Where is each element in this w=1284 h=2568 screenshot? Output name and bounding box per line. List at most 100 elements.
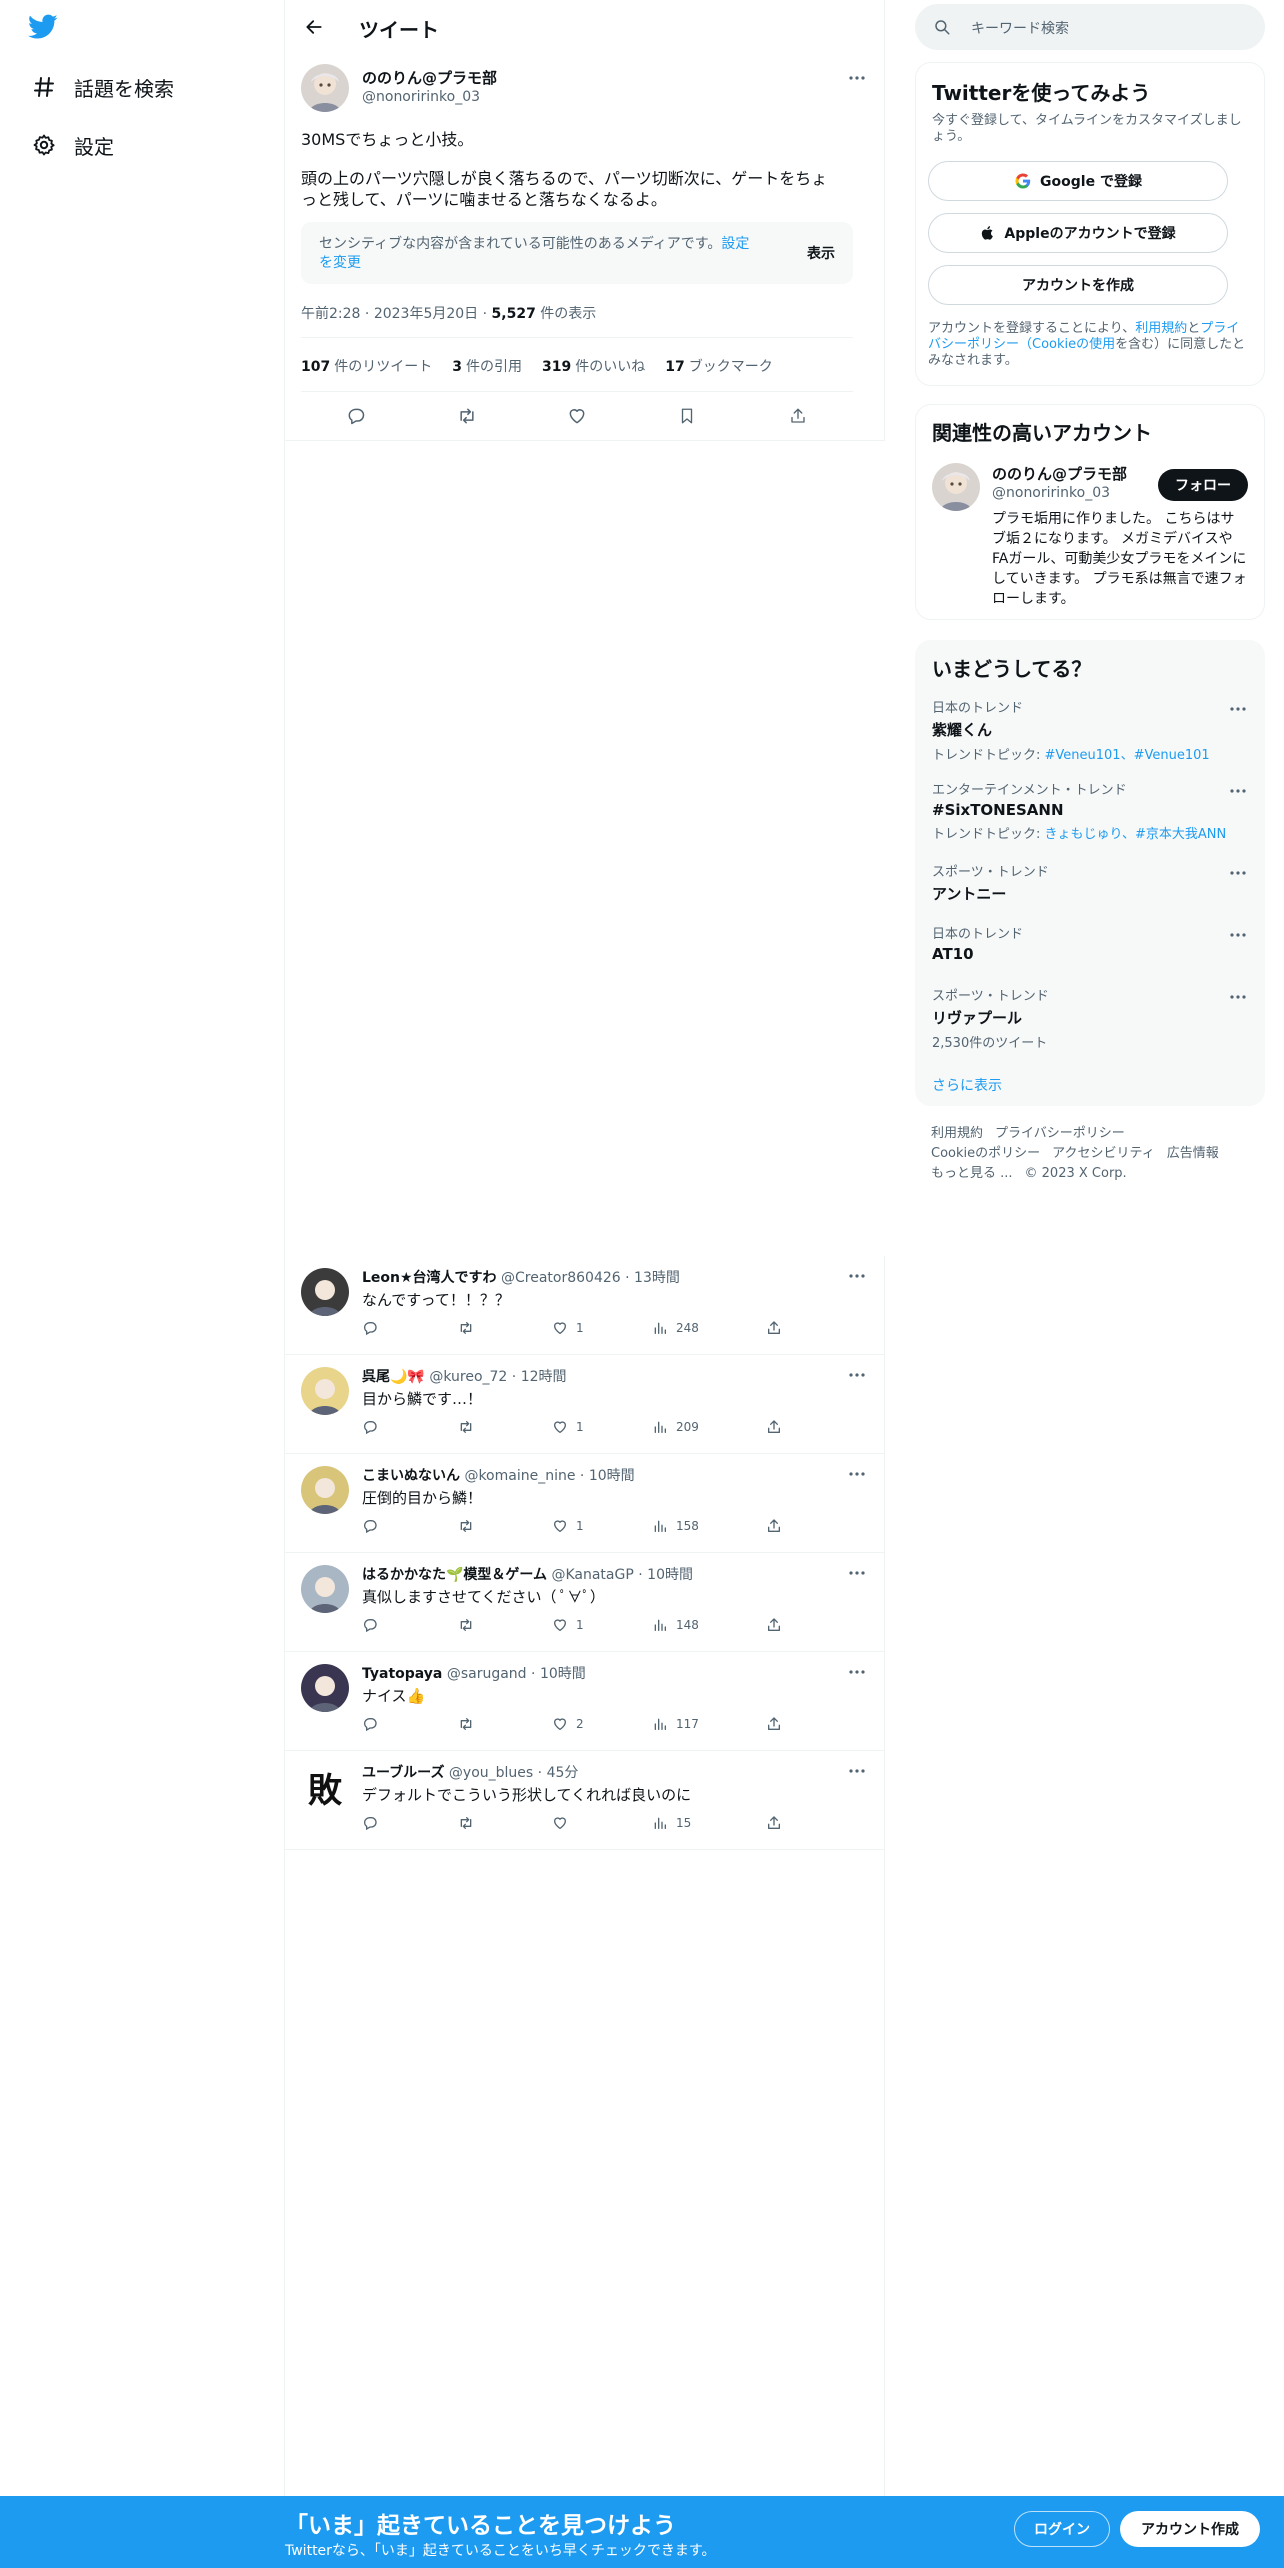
reply-icon[interactable] [339,399,373,433]
retweet-icon[interactable] [457,1815,483,1831]
retweet-icon[interactable] [457,1716,483,1732]
share-icon[interactable] [766,1716,790,1732]
reply-icon[interactable] [362,1419,386,1435]
like-button[interactable]: 2 [552,1716,584,1732]
trend-name[interactable]: #SixTONESANN [932,801,1250,819]
more-icon[interactable] [845,1367,869,1383]
reply-tweet[interactable]: Tyatopaya @sarugand · 10時間 ナイス👍 2 117 [285,1652,885,1751]
more-icon[interactable] [845,68,869,88]
footer-link[interactable]: アクセシビリティ [1052,1146,1155,1161]
trend-item[interactable]: スポーツ・トレンド アントニー [932,861,1250,904]
like-button[interactable] [552,1815,576,1831]
footer-link[interactable]: プライバシーポリシー [995,1126,1125,1141]
reply-icon[interactable] [362,1518,386,1534]
trend-item[interactable]: スポーツ・トレンド リヴァプール 2,530件のツイート [932,985,1250,1051]
change-settings-link[interactable]: 設定 [721,236,749,252]
more-icon[interactable] [845,1664,869,1680]
like-button[interactable]: 1 [552,1518,584,1534]
avatar[interactable] [301,64,349,112]
trend-topic-links[interactable]: #Veneu101、#Venue101 [1045,748,1210,763]
views-button[interactable]: 117 [652,1716,699,1732]
related-account-handle[interactable]: @nonoririnko_03 [992,485,1110,501]
search-input[interactable]: キーワード検索 [971,18,1069,38]
reply-author-name[interactable]: ユーブルーズ [362,1765,444,1781]
reply-time[interactable]: 13時間 [634,1270,680,1286]
share-icon[interactable] [766,1815,790,1831]
avatar[interactable] [301,1565,349,1613]
change-settings-link-2[interactable]: を変更 [319,255,361,271]
views-button[interactable]: 209 [652,1419,699,1435]
reply-author-name[interactable]: こまいぬないん [362,1468,460,1484]
reply-time[interactable]: 10時間 [540,1666,586,1682]
reply-tweet[interactable]: Leon★台湾人ですわ @Creator860426 · 13時間 なんですって！… [285,1256,885,1355]
stat-quotes[interactable]: 3 件の引用 [452,356,522,376]
reply-time[interactable]: 10時間 [589,1468,635,1484]
reply-icon[interactable] [362,1617,386,1633]
create-account-button[interactable]: アカウントを作成 [928,265,1228,305]
more-icon[interactable] [845,1268,869,1284]
reply-time[interactable]: 10時間 [647,1567,693,1583]
views-button[interactable]: 15 [652,1815,691,1831]
reply-tweet[interactable]: 敗ユーブルーズ @you_blues · 45分 デフォルトでこういう形状してくれ… [285,1751,885,1850]
author-handle[interactable]: @nonoririnko_03 [362,89,480,105]
avatar[interactable] [301,1268,349,1316]
trend-name[interactable]: 紫耀くん [932,719,1250,740]
footer-link[interactable]: 広告情報 [1167,1146,1219,1161]
tweet-date[interactable]: 2023年5月20日 [374,306,478,322]
reply-icon[interactable] [362,1716,386,1732]
reply-author-handle[interactable]: @kureo_72 [429,1369,507,1385]
more-icon[interactable] [1226,927,1250,943]
reply-author-name[interactable]: 呉尾🌙🎀 [362,1369,425,1385]
views-button[interactable]: 158 [652,1518,699,1534]
retweet-icon[interactable] [450,399,484,433]
like-button[interactable]: 1 [552,1320,584,1336]
more-icon[interactable] [1226,783,1250,799]
reply-author-name[interactable]: Leon★台湾人ですわ [362,1270,497,1286]
avatar[interactable] [301,1367,349,1415]
signup-button[interactable]: アカウント作成 [1120,2511,1260,2547]
terms-link[interactable]: 利用規約 [1135,321,1187,336]
stat-retweets[interactable]: 107 件のリツイート [301,356,432,376]
stat-bookmarks[interactable]: 17 ブックマーク [665,356,772,376]
trend-item[interactable]: 日本のトレンド AT10 [932,923,1250,963]
like-button[interactable]: 1 [552,1419,584,1435]
nav-explore[interactable]: 話題を検索 [28,67,174,107]
tweet-time[interactable]: 午前2:28 [301,306,360,322]
reply-author-handle[interactable]: @Creator860426 [501,1270,621,1286]
like-icon[interactable] [560,399,594,433]
avatar[interactable] [301,1664,349,1712]
avatar[interactable]: 敗 [301,1763,349,1811]
trend-name[interactable]: リヴァプール [932,1007,1250,1028]
reply-time[interactable]: 45分 [547,1765,579,1781]
avatar[interactable] [932,463,980,511]
footer-link[interactable]: 利用規約 [931,1126,983,1141]
author-name[interactable]: ののりん@プラモ部 [362,67,497,88]
reply-author-name[interactable]: はるかかなた🌱模型＆ゲーム [362,1567,547,1583]
trend-name[interactable]: アントニー [932,883,1250,904]
share-icon[interactable] [766,1617,790,1633]
trend-name[interactable]: AT10 [932,945,1250,963]
more-icon[interactable] [845,1565,869,1581]
trend-topic-links[interactable]: きょもじゅり、#京本大我ANN [1045,827,1227,842]
reply-author-handle[interactable]: @KanataGP [551,1567,633,1583]
share-icon[interactable] [766,1518,790,1534]
retweet-icon[interactable] [457,1320,483,1336]
share-icon[interactable] [766,1419,790,1435]
reply-author-handle[interactable]: @sarugand [447,1666,527,1682]
login-button[interactable]: ログイン [1014,2511,1110,2547]
show-media-button[interactable]: 表示 [807,243,835,263]
like-button[interactable]: 1 [552,1617,584,1633]
avatar[interactable] [301,1466,349,1514]
footer-link[interactable]: Cookieのポリシー [931,1146,1040,1161]
more-icon[interactable] [1226,865,1250,881]
trend-item[interactable]: 日本のトレンド 紫耀くん トレンドトピック: #Veneu101、#Venue101 [932,697,1250,763]
more-icon[interactable] [1226,701,1250,717]
share-icon[interactable] [766,1320,790,1336]
back-arrow-icon[interactable] [299,12,329,42]
stat-likes[interactable]: 319 件のいいね [542,356,645,376]
follow-button[interactable]: フォロー [1158,469,1248,501]
footer-link[interactable]: もっと見る ... [931,1166,1013,1181]
reply-icon[interactable] [362,1815,386,1831]
show-more-link[interactable]: さらに表示 [932,1075,1002,1095]
bookmark-icon[interactable] [670,399,704,433]
